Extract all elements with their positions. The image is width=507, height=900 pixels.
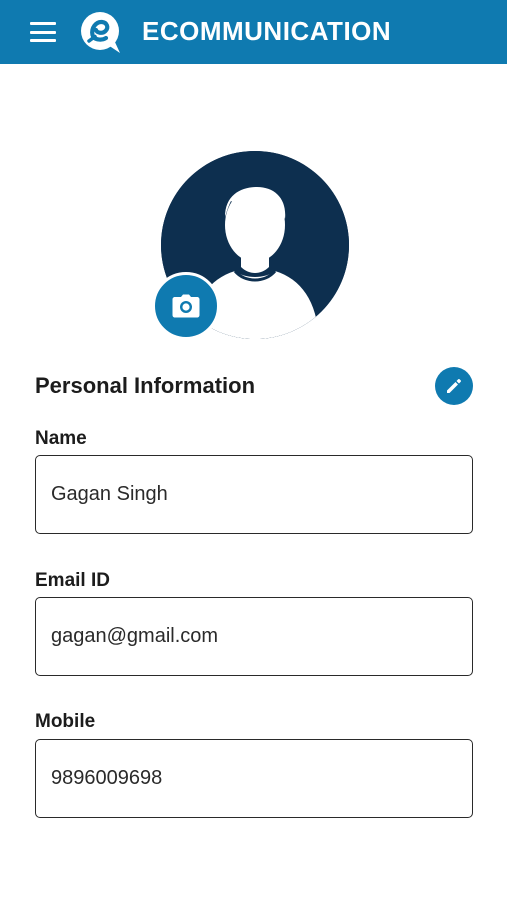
menu-line <box>30 39 56 42</box>
menu-line <box>30 22 56 25</box>
change-photo-button[interactable] <box>152 272 220 340</box>
name-label: Name <box>35 428 87 449</box>
name-field-container <box>35 455 473 534</box>
menu-line <box>30 30 56 34</box>
hamburger-menu-icon[interactable] <box>30 22 56 42</box>
email-label: Email ID <box>35 570 110 591</box>
mobile-field[interactable] <box>36 740 472 817</box>
mobile-field-container <box>35 739 473 818</box>
name-field[interactable] <box>36 456 472 533</box>
personal-information-heading: Personal Information <box>35 373 256 398</box>
pencil-icon <box>447 379 461 393</box>
app-bar: ECOMMUNICATION <box>0 0 507 64</box>
app-title: ECOMMUNICATION <box>142 16 392 46</box>
email-field-container <box>35 597 473 676</box>
profile-screen: ECOMMUNICATION Personal Information Name… <box>0 0 507 900</box>
edit-profile-button[interactable] <box>435 367 473 405</box>
ecommunication-logo-icon <box>78 9 124 55</box>
mobile-label: Mobile <box>35 711 96 732</box>
camera-icon <box>172 294 200 318</box>
email-field[interactable] <box>36 598 472 675</box>
